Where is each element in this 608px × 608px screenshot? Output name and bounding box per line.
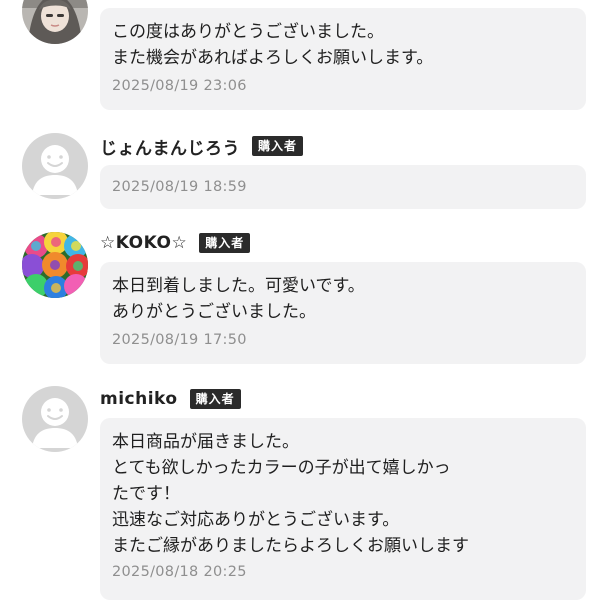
comment-line: またご縁がありましたらよろしくお願いします [112, 536, 469, 556]
reviewer-name[interactable]: michiko [100, 389, 178, 409]
comment-line: とても欲しかったカラーの子が出て嬉しかっ [112, 458, 451, 478]
purchaser-badge: 購入者 [199, 233, 251, 253]
review-comment-bubble: 本日到着しました。可愛いです。 ありがとうございました。 2025/08/19 … [100, 262, 586, 364]
reviewer-header: ☆KOKO☆ 購入者 [100, 230, 251, 256]
comment-line: たです！ [112, 484, 180, 504]
user-avatar-default[interactable] [22, 386, 88, 452]
comment-timestamp: 2025/08/19 17:50 [112, 332, 247, 348]
comment-line: 迅速なご対応ありがとうございます。 [112, 510, 400, 530]
review-comment-bubble: この度はありがとうございました。 また機会があればよろしくお願いします。 202… [100, 8, 586, 110]
comment-line: 本日到着しました。可愛いです。 [112, 276, 365, 296]
reviewer-header: じょんまんじろう 購入者 [100, 133, 304, 159]
comment-line: ありがとうございました。 [112, 302, 316, 322]
comment-line: 本日商品が届きました。 [112, 432, 299, 452]
user-avatar-roses[interactable] [22, 232, 88, 298]
purchaser-badge: 購入者 [252, 136, 304, 156]
reviewer-name[interactable]: ☆KOKO☆ [100, 233, 187, 253]
purchaser-badge: 購入者 [189, 389, 241, 409]
review-comment-bubble: 本日商品が届きました。 とても欲しかったカラーの子が出て嬉しかっ たです！ 迅速… [100, 418, 586, 600]
user-avatar-photo[interactable] [22, 0, 88, 44]
comment-timestamp: 2025/08/19 23:06 [112, 78, 247, 94]
comment-timestamp: 2025/08/19 18:59 [112, 179, 247, 195]
comment-line: また機会があればよろしくお願いします。 [112, 48, 434, 68]
reviewer-header: michiko 購入者 [100, 386, 241, 412]
comment-line: この度はありがとうございました。 [112, 22, 384, 42]
reviewer-name[interactable]: じょんまんじろう [100, 134, 240, 159]
comment-timestamp: 2025/08/18 20:25 [112, 564, 247, 580]
user-avatar-default[interactable] [22, 133, 88, 199]
review-comment-bubble: 2025/08/19 18:59 [100, 165, 586, 209]
